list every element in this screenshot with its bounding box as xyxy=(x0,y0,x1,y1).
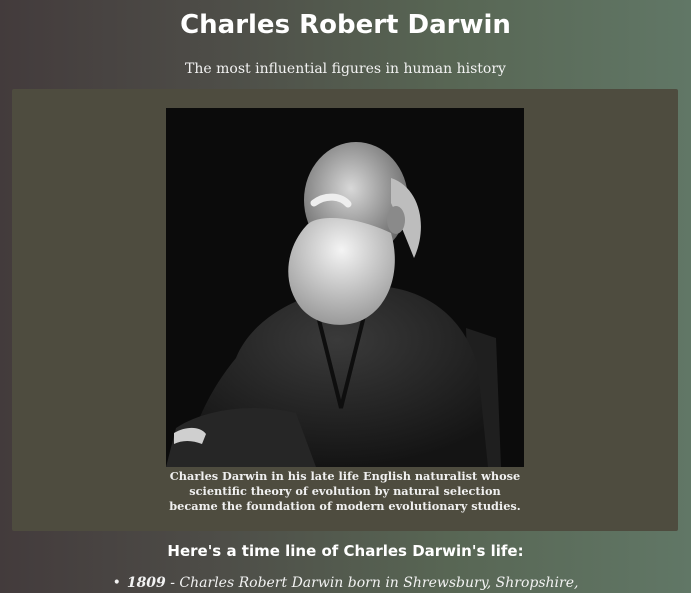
bullet-icon: • xyxy=(112,575,121,591)
page-subtitle: The most influential figures in human hi… xyxy=(185,61,506,77)
page-title: Charles Robert Darwin xyxy=(180,10,511,40)
darwin-portrait-image xyxy=(166,108,524,467)
timeline-heading: Here's a time line of Charles Darwin's l… xyxy=(167,542,524,560)
portrait-figure: Charles Darwin in his late life English … xyxy=(12,89,678,531)
portrait-caption: Charles Darwin in his late life English … xyxy=(169,469,521,513)
timeline-list: • 1809 - Charles Robert Darwin born in Sh… xyxy=(0,573,691,593)
timeline-text: - Charles Robert Darwin born in Shrewsbu… xyxy=(165,575,579,591)
timeline-item: • 1809 - Charles Robert Darwin born in Sh… xyxy=(0,573,691,593)
timeline-year: 1809 xyxy=(126,575,166,591)
